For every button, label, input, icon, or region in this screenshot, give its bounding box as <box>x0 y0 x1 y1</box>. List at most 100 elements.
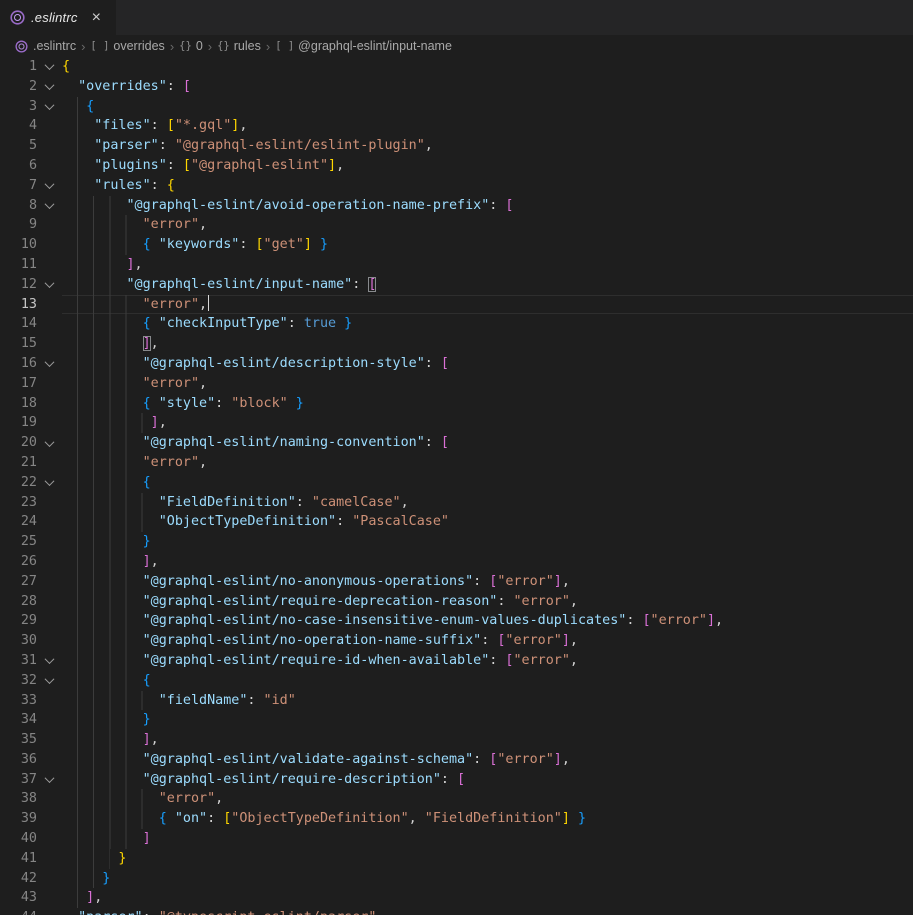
code-text: "error", <box>62 789 913 809</box>
fold-chevron-down-icon[interactable] <box>37 176 62 196</box>
code-line[interactable]: 8"@graphql-eslint/avoid-operation-name-p… <box>0 196 913 216</box>
token: "style" <box>159 396 215 411</box>
code-editor[interactable]: 1{2"overrides": [3{4"files": ["*.gql"],5… <box>0 57 913 915</box>
code-text: { "on": ["ObjectTypeDefinition", "FieldD… <box>62 809 913 829</box>
token: [ <box>183 79 191 94</box>
code-text: "@graphql-eslint/avoid-operation-name-pr… <box>62 196 913 216</box>
breadcrumb-item-rules[interactable]: {}rules <box>217 39 261 53</box>
code-line[interactable]: 17"error", <box>0 374 913 394</box>
code-line[interactable]: 6"plugins": ["@graphql-eslint"], <box>0 156 913 176</box>
fold-chevron-down-icon[interactable] <box>37 770 62 790</box>
code-line[interactable]: 7"rules": { <box>0 176 913 196</box>
code-line[interactable]: 24"ObjectTypeDefinition": "PascalCase" <box>0 512 913 532</box>
code-line[interactable]: 40] <box>0 829 913 849</box>
fold-chevron-down-icon[interactable] <box>37 97 62 117</box>
code-text: ], <box>62 334 913 354</box>
fold-spacer <box>37 730 62 750</box>
token: [ <box>505 198 513 213</box>
code-line[interactable]: 44"parser": "@typescript-eslint/parser", <box>0 908 913 915</box>
code-line[interactable]: 35], <box>0 730 913 750</box>
token: { <box>86 99 94 114</box>
code-line[interactable]: 11], <box>0 255 913 275</box>
close-icon[interactable]: × <box>92 10 101 26</box>
code-line[interactable]: 5"parser": "@graphql-eslint/eslint-plugi… <box>0 136 913 156</box>
fold-chevron-down-icon[interactable] <box>37 77 62 97</box>
code-line[interactable]: 39{ "on": ["ObjectTypeDefinition", "Fiel… <box>0 809 913 829</box>
code-line[interactable]: 32{ <box>0 671 913 691</box>
code-line[interactable]: 2"overrides": [ <box>0 77 913 97</box>
code-line[interactable]: 26], <box>0 552 913 572</box>
code-line[interactable]: 13"error", <box>0 295 913 315</box>
code-line[interactable]: 21"error", <box>0 453 913 473</box>
breadcrumb-item--graphql-eslint-input-name[interactable]: [ ]@graphql-eslint/input-name <box>275 39 452 53</box>
code-line[interactable]: 23"FieldDefinition": "camelCase", <box>0 493 913 513</box>
code-line[interactable]: 29"@graphql-eslint/no-case-insensitive-e… <box>0 611 913 631</box>
code-line[interactable]: 33"fieldName": "id" <box>0 691 913 711</box>
code-line[interactable]: 41} <box>0 849 913 869</box>
indent-guides <box>62 770 143 790</box>
fold-spacer <box>37 116 62 136</box>
fold-chevron-down-icon[interactable] <box>37 433 62 453</box>
breadcrumb-item-overrides[interactable]: [ ]overrides <box>90 39 164 53</box>
token: "plugins" <box>94 158 167 173</box>
code-line[interactable]: 38"error", <box>0 789 913 809</box>
token: ] <box>562 633 570 648</box>
code-line[interactable]: 25} <box>0 532 913 552</box>
code-line[interactable]: 16"@graphql-eslint/description-style": [ <box>0 354 913 374</box>
token: } <box>344 316 352 331</box>
fold-chevron-down-icon[interactable] <box>37 196 62 216</box>
code-line[interactable]: 34} <box>0 710 913 730</box>
code-line[interactable]: 18{ "style": "block" } <box>0 394 913 414</box>
token: ] <box>143 732 151 747</box>
token: } <box>320 237 328 252</box>
code-line[interactable]: 43], <box>0 888 913 908</box>
indent-guides <box>62 552 143 572</box>
indent-guides <box>62 394 143 414</box>
code-line[interactable]: 15], <box>0 334 913 354</box>
code-text: { "checkInputType": true } <box>62 314 913 334</box>
code-line[interactable]: 28"@graphql-eslint/require-deprecation-r… <box>0 592 913 612</box>
code-line[interactable]: 20"@graphql-eslint/naming-convention": [ <box>0 433 913 453</box>
fold-chevron-down-icon[interactable] <box>37 671 62 691</box>
fold-spacer <box>37 413 62 433</box>
tab-eslintrc[interactable]: .eslintrc × <box>0 0 116 35</box>
token: "@graphql-eslint/no-anonymous-operations… <box>143 574 474 589</box>
code-line[interactable]: 30"@graphql-eslint/no-operation-name-suf… <box>0 631 913 651</box>
breadcrumb-item--eslintrc[interactable]: .eslintrc <box>16 39 76 53</box>
fold-chevron-down-icon[interactable] <box>37 651 62 671</box>
code-line[interactable]: 14{ "checkInputType": true } <box>0 314 913 334</box>
code-line[interactable]: 3{ <box>0 97 913 117</box>
code-line[interactable]: 27"@graphql-eslint/no-anonymous-operatio… <box>0 572 913 592</box>
code-line[interactable]: 37"@graphql-eslint/require-description":… <box>0 770 913 790</box>
token <box>288 396 296 411</box>
code-text: "error", <box>62 374 913 394</box>
token: } <box>296 396 304 411</box>
code-line[interactable]: 42} <box>0 869 913 889</box>
token: , <box>159 415 167 430</box>
code-text: "@graphql-eslint/require-id-when-availab… <box>62 651 913 671</box>
fold-chevron-down-icon[interactable] <box>37 473 62 493</box>
breadcrumb-item-0[interactable]: {}0 <box>179 39 203 53</box>
code-line[interactable]: 1{ <box>0 57 913 77</box>
code-line[interactable]: 22{ <box>0 473 913 493</box>
code-line[interactable]: 36"@graphql-eslint/validate-against-sche… <box>0 750 913 770</box>
code-line[interactable]: 9"error", <box>0 215 913 235</box>
fold-chevron-down-icon[interactable] <box>37 275 62 295</box>
fold-spacer <box>37 334 62 354</box>
token: ] <box>143 554 151 569</box>
fold-chevron-down-icon[interactable] <box>37 57 62 77</box>
token: [ <box>368 277 376 292</box>
code-line[interactable]: 12"@graphql-eslint/input-name": [ <box>0 275 913 295</box>
code-text: "@graphql-eslint/naming-convention": [ <box>62 433 913 453</box>
fold-chevron-down-icon[interactable] <box>37 354 62 374</box>
code-line[interactable]: 19], <box>0 413 913 433</box>
code-line[interactable]: 31"@graphql-eslint/require-id-when-avail… <box>0 651 913 671</box>
code-line[interactable]: 4"files": ["*.gql"], <box>0 116 913 136</box>
line-number: 7 <box>0 176 37 196</box>
fold-spacer <box>37 215 62 235</box>
line-number: 28 <box>0 592 37 612</box>
code-line[interactable]: 10{ "keywords": ["get"] } <box>0 235 913 255</box>
code-text: ], <box>62 255 913 275</box>
line-number: 21 <box>0 453 37 473</box>
token: } <box>578 811 586 826</box>
